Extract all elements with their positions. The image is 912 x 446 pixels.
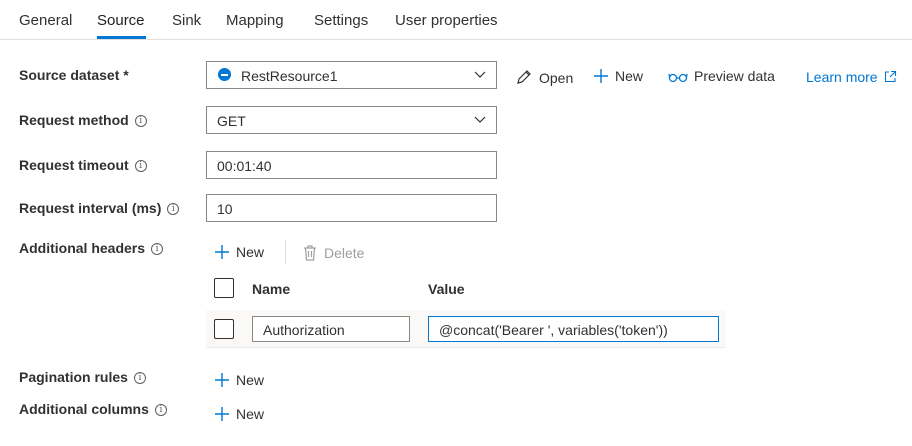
request-interval-value: 10	[217, 201, 233, 217]
plus-icon	[594, 69, 608, 83]
plus-icon	[215, 245, 229, 259]
request-timeout-label: Request timeout i	[19, 157, 147, 173]
active-tab-indicator	[97, 36, 146, 39]
toolbar-divider	[285, 240, 286, 264]
source-dataset-label: Source dataset *	[19, 67, 129, 83]
add-column-label: New	[236, 406, 265, 422]
request-timeout-value: 00:01:40	[217, 158, 272, 174]
external-link-icon	[885, 70, 897, 83]
glasses-icon	[668, 73, 688, 83]
request-timeout-text: Request timeout	[19, 157, 129, 173]
request-method-text: Request method	[19, 112, 129, 128]
source-dataset-value: RestResource1	[241, 68, 338, 84]
chevron-down-icon	[474, 71, 486, 78]
header-name-value: Authorization	[263, 322, 345, 338]
request-method-value: GET	[217, 113, 246, 129]
info-icon[interactable]: i	[134, 115, 147, 127]
rest-dataset-icon	[218, 68, 231, 81]
preview-data-button[interactable]: Preview data	[668, 68, 775, 84]
info-icon[interactable]: i	[154, 404, 167, 416]
new-dataset-button[interactable]: New	[593, 68, 643, 84]
delete-header-label: Delete	[324, 245, 365, 261]
request-timeout-input[interactable]: 00:01:40	[206, 151, 497, 179]
tab-settings[interactable]: Settings	[314, 12, 368, 29]
open-label: Open	[539, 70, 574, 86]
source-dataset-dropdown[interactable]: RestResource1	[206, 61, 497, 89]
plus-icon	[215, 407, 229, 421]
tab-user-properties[interactable]: User properties	[395, 12, 498, 29]
info-icon[interactable]: i	[134, 160, 147, 172]
new-dataset-label: New	[615, 68, 644, 84]
add-header-button[interactable]: New	[214, 244, 264, 260]
tab-general[interactable]: General	[19, 12, 72, 29]
plus-icon	[215, 373, 229, 387]
add-pagination-label: New	[236, 372, 265, 388]
additional-columns-text: Additional columns	[19, 401, 149, 417]
column-header-name: Name	[252, 281, 291, 297]
tab-bar: General Source Sink Mapping Settings Use…	[0, 0, 912, 40]
info-icon[interactable]: i	[167, 203, 180, 215]
open-dataset-button[interactable]: Open	[515, 68, 573, 86]
info-icon[interactable]: i	[133, 372, 146, 384]
trash-icon	[304, 245, 316, 261]
request-method-dropdown[interactable]: GET	[206, 106, 497, 134]
pagination-rules-label: Pagination rules i	[19, 369, 146, 385]
pencil-icon	[517, 70, 531, 84]
column-header-value: Value	[428, 281, 465, 297]
tab-source[interactable]: Source	[97, 12, 145, 29]
additional-headers-text: Additional headers	[19, 240, 146, 256]
chevron-down-icon	[474, 116, 486, 123]
add-pagination-rule-button[interactable]: New	[214, 372, 264, 388]
additional-headers-label: Additional headers i	[19, 240, 164, 256]
tab-mapping[interactable]: Mapping	[226, 12, 284, 29]
request-method-label: Request method i	[19, 112, 147, 128]
info-icon[interactable]: i	[151, 243, 164, 255]
add-header-label: New	[236, 244, 265, 260]
header-value-input[interactable]: @concat('Bearer ', variables('token'))	[428, 316, 719, 342]
select-all-checkbox[interactable]	[214, 278, 234, 298]
preview-data-label: Preview data	[694, 68, 775, 84]
row-checkbox[interactable]	[214, 319, 234, 339]
additional-columns-label: Additional columns i	[19, 401, 167, 417]
header-value-value: @concat('Bearer ', variables('token'))	[439, 322, 668, 338]
request-interval-input[interactable]: 10	[206, 194, 497, 222]
delete-header-button[interactable]: Delete	[302, 244, 364, 261]
pagination-rules-text: Pagination rules	[19, 369, 128, 385]
header-name-input[interactable]: Authorization	[252, 316, 410, 342]
request-interval-label: Request interval (ms) i	[19, 200, 180, 216]
add-column-button[interactable]: New	[214, 406, 264, 422]
learn-more-label: Learn more	[806, 69, 878, 85]
learn-more-link[interactable]: Learn more	[806, 69, 897, 85]
request-interval-text: Request interval (ms)	[19, 200, 162, 216]
tab-sink[interactable]: Sink	[172, 12, 201, 29]
